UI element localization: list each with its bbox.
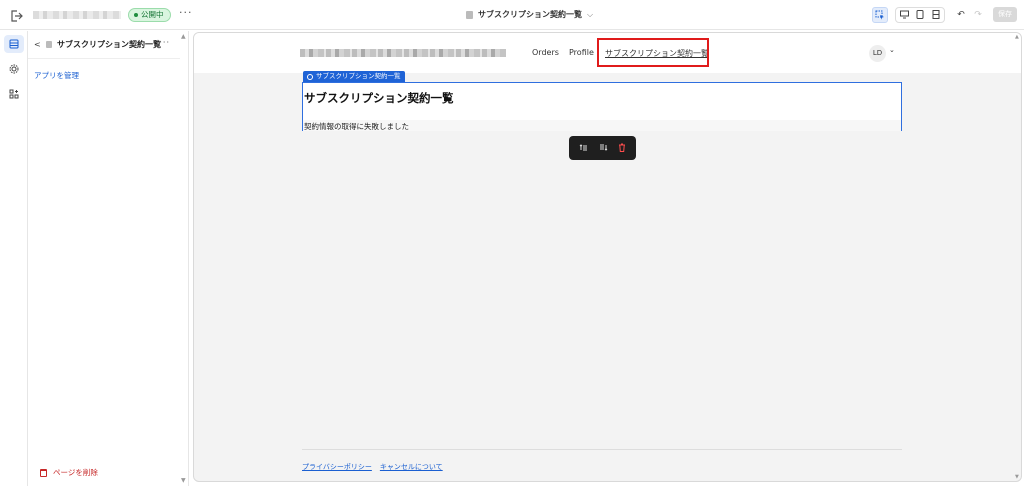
settings-gear-icon[interactable]	[4, 60, 24, 78]
editor-topbar: 公開中 ··· サブスクリプション契約一覧 ⌵ ↶ ↷ 保存	[0, 0, 1024, 30]
delete-page-label: ページを削除	[53, 468, 98, 477]
page-icon	[466, 10, 473, 19]
store-logo-redacted	[300, 49, 506, 57]
error-message: 契約情報の取得に失敗しました	[304, 122, 409, 131]
chevron-down-icon: ⌵	[587, 9, 594, 19]
nav-profile-link[interactable]: Profile	[569, 48, 594, 57]
sidebar-scrollbar[interactable]: ▲ ▼	[180, 31, 189, 486]
back-chevron-icon[interactable]: <	[34, 40, 46, 49]
undo-icon[interactable]: ↶	[953, 7, 969, 23]
app-block-icon	[307, 73, 313, 80]
sidebar-more-button[interactable]: ···	[159, 38, 170, 47]
block-toolbar	[569, 136, 636, 160]
page-sidebar: < サブスクリプション契約一覧 ··· アプリを管理 ページを削除 ▲ ▼	[28, 31, 189, 486]
component-tag[interactable]: サブスクリプション契約一覧	[303, 71, 405, 82]
status-dot-icon	[134, 13, 138, 17]
site-header: Orders Profile サブスクリプション契約一覧 LD ⌄	[194, 33, 1021, 73]
status-badge: 公開中	[128, 8, 171, 22]
canvas-scrollbar[interactable]: ▲ ▼	[1014, 32, 1022, 482]
scroll-down-icon[interactable]: ▼	[181, 477, 186, 484]
component-tag-label: サブスクリプション契約一覧	[316, 72, 401, 80]
nav-orders-link[interactable]: Orders	[532, 48, 559, 57]
sidebar-header: < サブスクリプション契約一覧 ···	[28, 31, 180, 59]
footer-links: プライバシーポリシー キャンセルについて	[302, 462, 443, 472]
device-preview-group	[895, 7, 945, 23]
chevron-down-icon[interactable]: ⌄	[889, 46, 895, 54]
status-badge-label: 公開中	[141, 10, 164, 19]
page-icon	[46, 41, 52, 48]
scroll-up-icon[interactable]: ▲	[181, 33, 186, 40]
exit-icon[interactable]	[9, 8, 23, 22]
page-selector-label: サブスクリプション契約一覧	[478, 10, 582, 19]
privacy-policy-link[interactable]: プライバシーポリシー	[302, 462, 372, 472]
error-row: 契約情報の取得に失敗しました	[303, 120, 901, 131]
move-down-icon[interactable]	[599, 143, 608, 154]
cancellation-link[interactable]: キャンセルについて	[380, 462, 443, 472]
manage-apps-link[interactable]: アプリを管理	[34, 70, 79, 81]
store-name-redacted	[33, 11, 121, 19]
block-heading: サブスクリプション契約一覧	[304, 91, 454, 105]
trash-icon	[40, 468, 47, 477]
highlight-box	[597, 38, 709, 67]
redo-icon[interactable]: ↷	[970, 7, 986, 23]
avatar[interactable]: LD	[869, 45, 886, 62]
sidebar-page-title: サブスクリプション契約一覧	[57, 40, 161, 49]
desktop-icon[interactable]	[899, 10, 909, 21]
apps-icon[interactable]	[4, 85, 24, 103]
subscription-list-block[interactable]: サブスクリプション契約一覧 契約情報の取得に失敗しました	[302, 82, 902, 131]
delete-page-button[interactable]: ページを削除	[40, 467, 98, 478]
select-tool-icon[interactable]	[872, 7, 888, 23]
preview-canvas: Orders Profile サブスクリプション契約一覧 LD ⌄ サブスクリプ…	[193, 32, 1022, 482]
page-selector[interactable]: サブスクリプション契約一覧 ⌵	[466, 9, 593, 20]
scroll-down-icon[interactable]: ▼	[1015, 474, 1019, 480]
sections-icon[interactable]	[4, 35, 24, 53]
trash-icon[interactable]	[618, 143, 626, 154]
move-up-icon[interactable]	[579, 143, 588, 154]
more-menu-button[interactable]: ···	[179, 6, 193, 19]
scroll-up-icon[interactable]: ▲	[1015, 34, 1019, 40]
left-rail	[0, 31, 28, 486]
save-button[interactable]: 保存	[993, 7, 1017, 22]
footer-divider	[302, 449, 902, 450]
mobile-icon[interactable]	[932, 9, 940, 21]
tablet-icon[interactable]	[916, 9, 924, 21]
